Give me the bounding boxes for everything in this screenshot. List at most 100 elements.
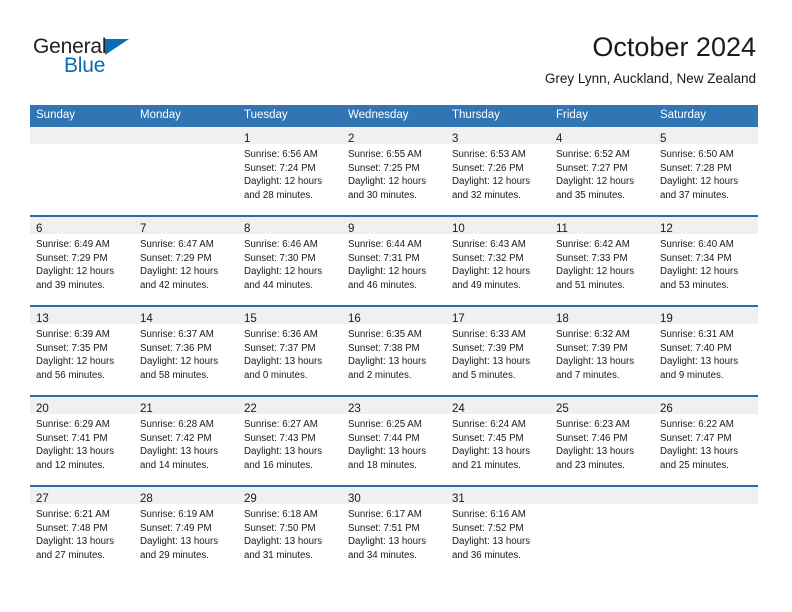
calendar-day-cell[interactable]: 20 Sunrise: 6:29 AM Sunset: 7:41 PM Dayligh… <box>30 395 134 486</box>
day-number: 28 <box>140 493 153 505</box>
day-details: Sunrise: 6:28 AM Sunset: 7:42 PM Daylight:… <box>134 414 238 472</box>
day-detail-line: Sunrise: 6:36 AM <box>244 329 318 340</box>
calendar-day-cell[interactable]: 2 Sunrise: 6:55 AM Sunset: 7:25 PM Daylight… <box>342 127 446 216</box>
calendar-day-cell[interactable]: 22 Sunrise: 6:27 AM Sunset: 7:43 PM Dayligh… <box>238 395 342 486</box>
day-number-band: 5 <box>654 127 758 145</box>
calendar-day-cell[interactable]: 5 Sunrise: 6:50 AM Sunset: 7:28 PM Daylight… <box>654 127 758 216</box>
day-detail-line: and 46 minutes. <box>348 279 417 291</box>
day-number-band: 14 <box>134 307 238 325</box>
day-detail-line: Sunrise: 6:18 AM <box>244 509 318 520</box>
calendar-day-cell[interactable]: 6 Sunrise: 6:49 AM Sunset: 7:29 PM Daylight… <box>30 215 134 306</box>
day-detail-line: and 2 minutes. <box>348 369 412 381</box>
calendar-day-cell[interactable]: 15 Sunrise: 6:36 AM Sunset: 7:37 PM Dayligh… <box>238 305 342 396</box>
day-detail-line: Daylight: 12 hours <box>348 266 427 278</box>
calendar-week-row: 13 Sunrise: 6:39 AM Sunset: 7:35 PM Dayligh… <box>30 305 758 396</box>
day-detail-line: and 29 minutes. <box>140 549 209 561</box>
day-details: Sunrise: 6:29 AM Sunset: 7:41 PM Daylight:… <box>30 414 134 472</box>
day-detail-line: Sunset: 7:41 PM <box>36 432 108 444</box>
day-detail-line: Sunset: 7:33 PM <box>556 252 628 264</box>
general-blue-logo[interactable]: General Blue <box>33 36 233 86</box>
calendar-day-cell[interactable]: 7 Sunrise: 6:47 AM Sunset: 7:29 PM Daylight… <box>134 215 238 306</box>
calendar-day-cell[interactable]: 8 Sunrise: 6:46 AM Sunset: 7:30 PM Daylight… <box>238 215 342 306</box>
day-number-band: 6 <box>30 217 134 235</box>
day-detail-line: and 34 minutes. <box>348 549 417 561</box>
day-number-band: 25 <box>550 397 654 415</box>
calendar-day-cell[interactable]: 24 Sunrise: 6:24 AM Sunset: 7:45 PM Dayligh… <box>446 395 550 486</box>
day-detail-line: Sunrise: 6:21 AM <box>36 509 110 520</box>
day-number-band: 30 <box>342 487 446 505</box>
day-details: Sunrise: 6:56 AM Sunset: 7:24 PM Daylight:… <box>238 144 342 202</box>
day-details: Sunrise: 6:32 AM Sunset: 7:39 PM Daylight:… <box>550 324 654 382</box>
day-number-band <box>30 127 134 144</box>
calendar-day-cell[interactable]: 12 Sunrise: 6:40 AM Sunset: 7:34 PM Dayligh… <box>654 215 758 306</box>
calendar-day-cell[interactable]: 25 Sunrise: 6:23 AM Sunset: 7:46 PM Dayligh… <box>550 395 654 486</box>
day-detail-line: Daylight: 12 hours <box>244 176 323 188</box>
day-detail-line: Sunrise: 6:24 AM <box>452 419 526 430</box>
calendar-day-cell[interactable]: 10 Sunrise: 6:43 AM Sunset: 7:32 PM Dayligh… <box>446 215 550 306</box>
day-number: 13 <box>36 313 49 325</box>
day-detail-line: Sunset: 7:42 PM <box>140 432 212 444</box>
day-details <box>550 504 654 508</box>
day-number-band: 29 <box>238 487 342 505</box>
day-detail-line: Daylight: 13 hours <box>140 536 219 548</box>
calendar-day-cell[interactable]: 29 Sunrise: 6:18 AM Sunset: 7:50 PM Dayligh… <box>238 485 342 575</box>
calendar-day-cell[interactable]: 1 Sunrise: 6:56 AM Sunset: 7:24 PM Daylight… <box>238 127 342 216</box>
day-detail-line: Daylight: 12 hours <box>140 356 219 368</box>
calendar-day-cell[interactable]: 18 Sunrise: 6:32 AM Sunset: 7:39 PM Dayligh… <box>550 305 654 396</box>
day-detail-line: and 42 minutes. <box>140 279 209 291</box>
day-detail-line: Sunrise: 6:43 AM <box>452 239 526 250</box>
calendar-day-cell[interactable]: 31 Sunrise: 6:16 AM Sunset: 7:52 PM Dayligh… <box>446 485 550 575</box>
day-details: Sunrise: 6:49 AM Sunset: 7:29 PM Daylight:… <box>30 234 134 292</box>
day-details: Sunrise: 6:40 AM Sunset: 7:34 PM Daylight:… <box>654 234 758 292</box>
day-number-band: 13 <box>30 307 134 325</box>
calendar-day-cell[interactable]: 9 Sunrise: 6:44 AM Sunset: 7:31 PM Daylight… <box>342 215 446 306</box>
day-detail-line: Sunrise: 6:17 AM <box>348 509 422 520</box>
day-details: Sunrise: 6:31 AM Sunset: 7:40 PM Daylight:… <box>654 324 758 382</box>
day-number-band: 2 <box>342 127 446 145</box>
day-details: Sunrise: 6:46 AM Sunset: 7:30 PM Daylight:… <box>238 234 342 292</box>
day-number: 31 <box>452 493 465 505</box>
calendar-day-cell[interactable]: 3 Sunrise: 6:53 AM Sunset: 7:26 PM Daylight… <box>446 127 550 216</box>
day-detail-line: Sunset: 7:29 PM <box>36 252 108 264</box>
day-detail-line: Sunset: 7:44 PM <box>348 432 420 444</box>
weekday-header-wednesday: Wednesday <box>342 105 446 127</box>
day-detail-line: and 9 minutes. <box>660 369 724 381</box>
day-details: Sunrise: 6:33 AM Sunset: 7:39 PM Daylight:… <box>446 324 550 382</box>
day-detail-line: Sunrise: 6:49 AM <box>36 239 110 250</box>
calendar-day-cell[interactable]: 4 Sunrise: 6:52 AM Sunset: 7:27 PM Daylight… <box>550 127 654 216</box>
day-details: Sunrise: 6:44 AM Sunset: 7:31 PM Daylight:… <box>342 234 446 292</box>
day-number: 14 <box>140 313 153 325</box>
day-detail-line: Daylight: 12 hours <box>36 266 115 278</box>
day-details: Sunrise: 6:18 AM Sunset: 7:50 PM Daylight:… <box>238 504 342 562</box>
calendar-day-cell[interactable]: 28 Sunrise: 6:19 AM Sunset: 7:49 PM Dayligh… <box>134 485 238 575</box>
calendar-day-cell[interactable]: 21 Sunrise: 6:28 AM Sunset: 7:42 PM Dayligh… <box>134 395 238 486</box>
calendar-day-cell[interactable]: 30 Sunrise: 6:17 AM Sunset: 7:51 PM Dayligh… <box>342 485 446 575</box>
calendar-day-cell[interactable]: 16 Sunrise: 6:35 AM Sunset: 7:38 PM Dayligh… <box>342 305 446 396</box>
day-details: Sunrise: 6:24 AM Sunset: 7:45 PM Daylight:… <box>446 414 550 472</box>
calendar-day-cell[interactable]: 13 Sunrise: 6:39 AM Sunset: 7:35 PM Dayligh… <box>30 305 134 396</box>
calendar-day-cell[interactable]: 23 Sunrise: 6:25 AM Sunset: 7:44 PM Dayligh… <box>342 395 446 486</box>
day-detail-line: and 16 minutes. <box>244 459 313 471</box>
calendar-day-cell[interactable]: 27 Sunrise: 6:21 AM Sunset: 7:48 PM Dayligh… <box>30 485 134 575</box>
day-details: Sunrise: 6:27 AM Sunset: 7:43 PM Daylight:… <box>238 414 342 472</box>
day-number-band: 24 <box>446 397 550 415</box>
calendar-day-cell[interactable]: 17 Sunrise: 6:33 AM Sunset: 7:39 PM Dayligh… <box>446 305 550 396</box>
day-detail-line: and 58 minutes. <box>140 369 209 381</box>
day-number: 7 <box>140 223 147 235</box>
calendar-day-cell[interactable]: 11 Sunrise: 6:42 AM Sunset: 7:33 PM Dayligh… <box>550 215 654 306</box>
day-detail-line: Sunrise: 6:31 AM <box>660 329 734 340</box>
day-number-band: 22 <box>238 397 342 415</box>
day-detail-line: Sunrise: 6:39 AM <box>36 329 110 340</box>
day-detail-line: and 12 minutes. <box>36 459 105 471</box>
day-detail-line: Daylight: 13 hours <box>244 356 323 368</box>
day-detail-line: and 0 minutes. <box>244 369 308 381</box>
day-detail-line: and 56 minutes. <box>36 369 105 381</box>
day-detail-line: Sunrise: 6:28 AM <box>140 419 214 430</box>
day-detail-line: Sunrise: 6:40 AM <box>660 239 734 250</box>
calendar-day-cell[interactable]: 19 Sunrise: 6:31 AM Sunset: 7:40 PM Dayligh… <box>654 305 758 396</box>
logo-text-blue: Blue <box>64 54 106 77</box>
calendar-day-cell[interactable]: 26 Sunrise: 6:22 AM Sunset: 7:47 PM Dayligh… <box>654 395 758 486</box>
day-detail-line: and 49 minutes. <box>452 279 521 291</box>
calendar-day-cell[interactable]: 14 Sunrise: 6:37 AM Sunset: 7:36 PM Dayligh… <box>134 305 238 396</box>
weekday-header-thursday: Thursday <box>446 105 550 127</box>
